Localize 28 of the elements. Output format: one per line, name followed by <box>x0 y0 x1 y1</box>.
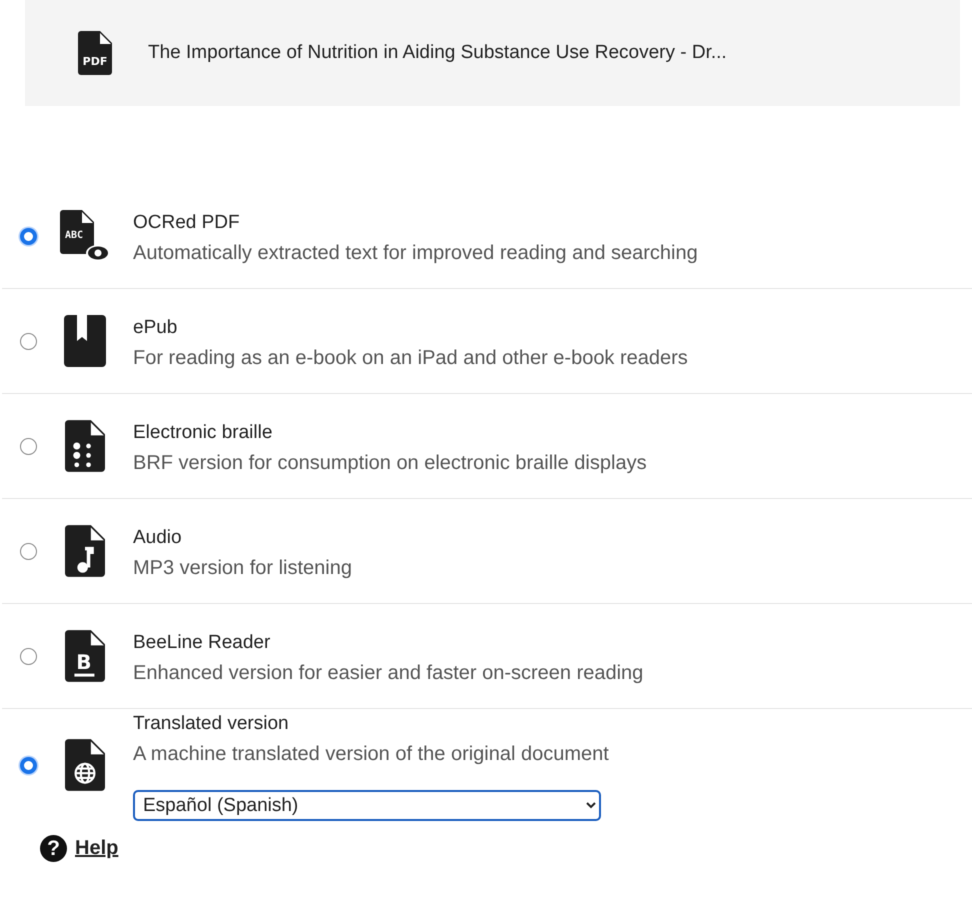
option-description: A machine translated version of the original document <box>133 743 609 766</box>
music-document-icon <box>65 525 105 577</box>
document-title: The Importance of Nutrition in Aiding Substance Use Recovery - Dr... <box>148 42 727 64</box>
radio-button[interactable] <box>20 756 37 774</box>
option-title: BeeLine Reader <box>133 632 272 654</box>
globe-document-icon <box>65 739 105 791</box>
help-link[interactable]: Help <box>75 837 118 860</box>
radio-button[interactable] <box>20 542 37 560</box>
language-dropdown[interactable]: Español (Spanish) <box>133 790 601 821</box>
book-icon <box>64 315 106 367</box>
braille-document-icon <box>65 420 105 472</box>
radio-button[interactable] <box>20 332 37 350</box>
option-title: Translated version <box>133 713 290 735</box>
option-title: Electronic braille <box>133 422 274 444</box>
radio-button[interactable] <box>20 438 37 454</box>
document-letter-icon: B <box>65 630 105 682</box>
option-title: Audio <box>133 526 183 548</box>
radio-button[interactable] <box>20 648 37 664</box>
option-description: BRF version for consumption on electronic braille displays <box>133 452 647 474</box>
radio-button[interactable] <box>20 228 37 244</box>
option-description: Automatically extracted text for improved reading and searching <box>133 242 698 264</box>
option-description: MP3 version for listening <box>133 556 352 580</box>
option-title: ePub <box>133 316 178 338</box>
pdf-file-icon: PDF <box>78 31 112 75</box>
help-icon: ? <box>40 835 67 862</box>
option-description: Enhanced version for easier and faster on-screen reading <box>133 662 644 684</box>
option-description: For reading as an e-book on an iPad and other e-book readers <box>133 346 688 370</box>
option-title: OCRed PDF <box>133 212 241 234</box>
